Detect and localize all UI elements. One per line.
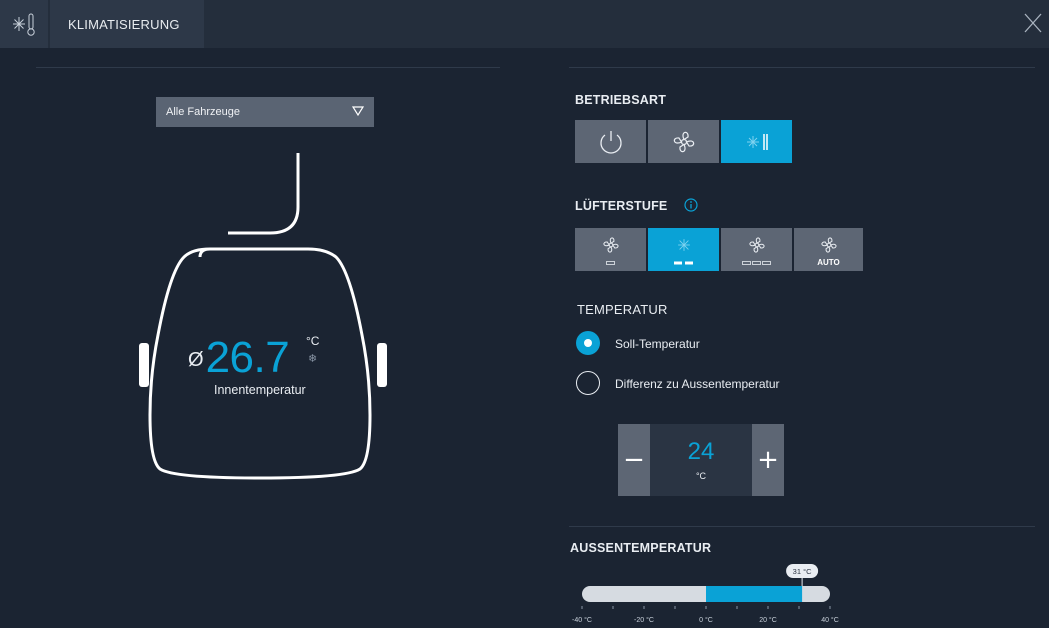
target-temperature-unit: °C bbox=[695, 471, 707, 481]
left-divider bbox=[36, 67, 500, 68]
vehicle-select-value: Alle Fahrzeuge bbox=[166, 106, 240, 118]
inner-temperature-display: Ø 26.7 °C ❄ bbox=[188, 330, 348, 380]
gauge-tick-label: 40 °C bbox=[821, 616, 839, 624]
fan-icon bbox=[820, 236, 837, 253]
mode-off-button[interactable] bbox=[575, 120, 646, 163]
snowflake-thermometer-icon bbox=[746, 133, 768, 150]
radio-differenz-label: Differenz zu Aussentemperatur bbox=[615, 377, 780, 391]
luefterstufe-title: LÜFTERSTUFE bbox=[575, 199, 668, 213]
right-divider-top bbox=[569, 67, 1035, 68]
inner-temperature-value: 26.7 bbox=[205, 333, 290, 382]
temperature-decrease-button[interactable]: − bbox=[618, 424, 650, 496]
fan-level-3-button[interactable] bbox=[721, 228, 792, 271]
gauge-tick-label: 20 °C bbox=[759, 616, 777, 624]
gauge-fill bbox=[706, 586, 803, 602]
mode-fan-button[interactable] bbox=[648, 120, 719, 163]
gauge-tick-label: 0 °C bbox=[699, 616, 713, 624]
aussentemperatur-title: AUSSENTEMPERATUR bbox=[570, 541, 712, 555]
current-temperature-label: 31 °C bbox=[793, 567, 812, 576]
fan-auto-label: AUTO bbox=[817, 258, 840, 267]
snowflake-thermometer-icon bbox=[0, 0, 48, 48]
level-indicator-2 bbox=[674, 261, 693, 265]
gauge-tick-label: -20 °C bbox=[634, 616, 654, 624]
temperature-stepper-value: 24 °C bbox=[650, 424, 752, 496]
outside-temperature-gauge: -40 °C -20 °C 0 °C 20 °C 40 °C 31 °C bbox=[572, 564, 839, 624]
fan-level-2-button[interactable] bbox=[648, 228, 719, 271]
fan-icon bbox=[602, 236, 619, 253]
chevron-down-icon bbox=[352, 106, 364, 117]
current-temperature-badge: 31 °C bbox=[786, 564, 819, 586]
average-symbol: Ø bbox=[188, 349, 204, 371]
info-icon[interactable] bbox=[684, 198, 698, 212]
fan-icon bbox=[748, 236, 765, 253]
temperature-increase-button[interactable]: + bbox=[752, 424, 784, 496]
mode-cooling-button[interactable] bbox=[721, 120, 792, 163]
inner-temperature-label: Innentemperatur bbox=[214, 383, 306, 397]
right-divider-bottom bbox=[569, 526, 1035, 527]
fan-icon bbox=[673, 131, 694, 152]
power-icon bbox=[599, 130, 622, 154]
vehicle-outline bbox=[139, 153, 387, 480]
radio-soll-temperatur[interactable] bbox=[576, 331, 600, 355]
inner-temperature-unit: °C bbox=[306, 334, 320, 348]
page-title: KLIMATISIERUNG bbox=[50, 0, 204, 48]
radio-differenz[interactable] bbox=[576, 371, 600, 395]
betriebsart-title: BETRIEBSART bbox=[575, 93, 667, 107]
gauge-tick-label: -40 °C bbox=[572, 616, 592, 624]
temperatur-title: TEMPERATUR bbox=[577, 302, 668, 317]
close-icon[interactable] bbox=[1019, 10, 1045, 36]
vehicle-select[interactable]: Alle Fahrzeuge bbox=[156, 97, 374, 127]
snowflake-icon: ❄ bbox=[308, 353, 318, 365]
level-indicator-3 bbox=[742, 261, 771, 265]
fan-level-auto-button[interactable]: AUTO bbox=[794, 228, 863, 271]
fan-level-1-button[interactable] bbox=[575, 228, 646, 271]
level-indicator-1 bbox=[606, 261, 615, 265]
title-bar: KLIMATISIERUNG bbox=[0, 0, 1049, 48]
radio-soll-temperatur-label: Soll-Temperatur bbox=[615, 337, 700, 351]
target-temperature-value: 24 bbox=[687, 438, 715, 465]
fan-icon bbox=[677, 238, 690, 251]
